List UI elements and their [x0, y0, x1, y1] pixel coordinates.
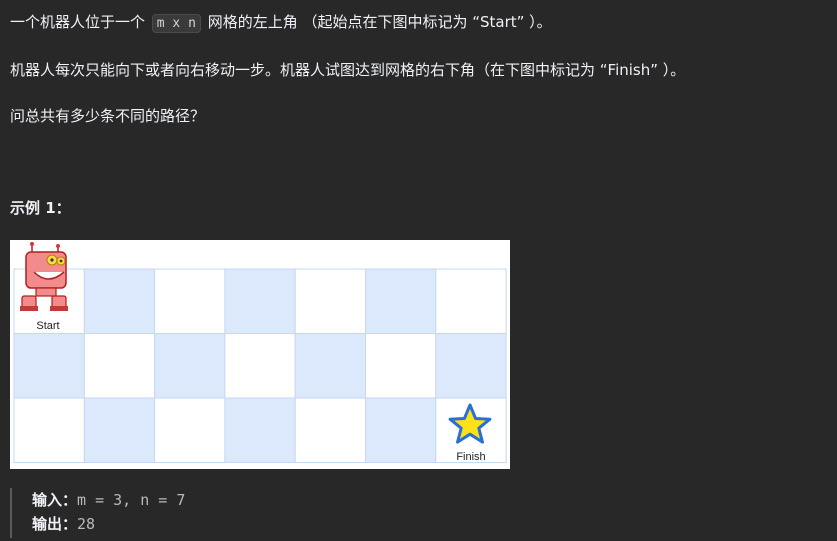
inline-code-m-x-n: m x n	[151, 14, 201, 33]
grid-cell-r0-c2	[154, 268, 226, 334]
grid-cell-r1-c0	[13, 333, 85, 399]
grid-cell-r2-c4	[294, 397, 367, 463]
input-value: m = 3, n = 7	[77, 491, 186, 509]
grid-cell-r1-c4	[294, 333, 367, 399]
description-text-after-code: 网格的左上角 （起始点在下图中标记为 “Start” ）。	[202, 13, 552, 31]
grid-cells	[13, 268, 507, 463]
problem-description-line-3: 问总共有多少条不同的路径？	[10, 107, 206, 125]
grid-cell-r1-c3	[224, 333, 296, 399]
grid-cell-r1-c1	[83, 333, 156, 399]
grid-cell-r0-c3	[224, 268, 296, 334]
problem-description-line-1: 一个机器人位于一个 m x n 网格的左上角 （起始点在下图中标记为 “Star…	[10, 12, 552, 34]
finish-label: Finish	[456, 451, 485, 463]
grid-figure: Start Finish	[10, 240, 510, 469]
example-io-block: 输入：m = 3, n = 7 输出：28	[10, 488, 185, 538]
grid-cell-r1-c6	[435, 333, 507, 399]
grid-cell-r0-c1	[83, 268, 156, 334]
grid-cell-r0-c4	[294, 268, 367, 334]
problem-description-line-2: 机器人每次只能向下或者向右移动一步。机器人试图达到网格的右下角（在下图中标记为 …	[10, 61, 686, 79]
grid-cell-r1-c5	[365, 333, 437, 399]
input-label: 输入：	[32, 491, 78, 509]
example-output-line: 输出：28	[32, 512, 185, 536]
start-label: Start	[36, 320, 59, 332]
grid-cell-r2-c0	[13, 397, 85, 463]
example-1-title: 示例 1：	[10, 199, 71, 217]
output-value: 28	[77, 515, 96, 533]
grid-cell-r1-c2	[154, 333, 226, 399]
grid-cell-r2-c3	[224, 397, 296, 463]
description-text-before-code: 一个机器人位于一个	[10, 13, 150, 31]
output-label: 输出：	[32, 515, 78, 533]
grid-cell-r0-c5	[365, 268, 437, 334]
grid-cell-r2-c5	[365, 397, 437, 463]
grid-cell-r0-c6	[435, 268, 507, 334]
example-input-line: 输入：m = 3, n = 7	[32, 488, 185, 512]
grid-cell-r2-c1	[83, 397, 156, 463]
grid-svg: Start Finish	[13, 242, 507, 463]
grid-cell-r2-c2	[154, 397, 226, 463]
